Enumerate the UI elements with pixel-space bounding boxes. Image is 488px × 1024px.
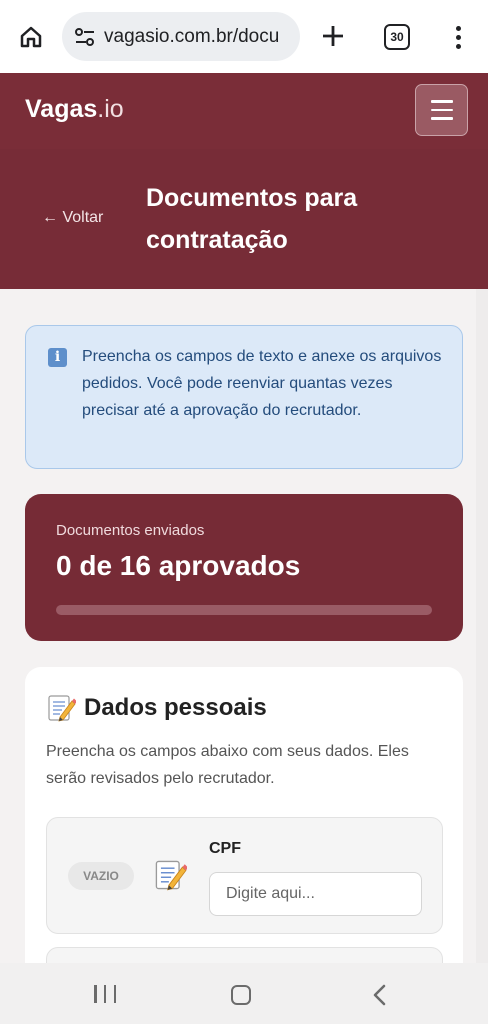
progress-bar (56, 605, 432, 615)
home-icon[interactable] (16, 22, 46, 52)
hamburger-menu-button[interactable] (415, 84, 468, 136)
site-header: Vagas.io (0, 73, 488, 149)
section-description: Preencha os campos abaixo com seus dados… (46, 743, 409, 787)
recents-icon[interactable] (94, 985, 116, 1003)
info-banner: i Preencha os campos de texto e anexe os… (25, 325, 463, 469)
browser-toolbar: vagasio.com.br/docu 30 (0, 0, 488, 73)
more-menu-icon[interactable] (448, 22, 468, 52)
info-text: Preencha os campos de texto e anexe os a… (82, 348, 442, 419)
progress-label: Documentos enviados (56, 522, 205, 539)
field-row-cpf: VAZIO CPF (46, 817, 443, 934)
plus-icon[interactable] (318, 21, 348, 51)
info-icon: i (48, 348, 67, 367)
tab-switcher-button[interactable]: 30 (384, 24, 410, 50)
page-title-band: ← Voltar Documentos para contratação (0, 149, 488, 289)
cpf-input[interactable] (209, 872, 422, 916)
status-badge: VAZIO (68, 862, 134, 890)
progress-value: 0 de 16 aprovados (56, 550, 301, 581)
scrollbar[interactable] (476, 289, 488, 963)
brand-logo[interactable]: Vagas.io (25, 95, 124, 124)
tune-icon[interactable] (72, 26, 98, 48)
brand-suffix: .io (97, 95, 124, 123)
cpf-label: CPF (209, 840, 241, 857)
section-title: Dados pessoais (46, 693, 267, 723)
memo-icon (153, 858, 189, 892)
system-nav-bar (0, 963, 488, 1024)
page-title: Documentos para contratação (146, 184, 358, 254)
brand-name: Vagas (25, 95, 98, 123)
back-icon[interactable] (370, 983, 390, 1007)
address-bar[interactable]: vagasio.com.br/docu (62, 12, 300, 61)
progress-card: Documentos enviados 0 de 16 aprovados (25, 494, 463, 641)
personal-data-section: Dados pessoais Preencha os campos abaixo… (25, 667, 463, 987)
url-text[interactable]: vagasio.com.br/docu (104, 26, 279, 48)
memo-icon (46, 693, 77, 723)
home-button-icon[interactable] (231, 985, 251, 1005)
section-title-text: Dados pessoais (84, 694, 267, 721)
back-link[interactable]: ← Voltar (42, 209, 103, 227)
